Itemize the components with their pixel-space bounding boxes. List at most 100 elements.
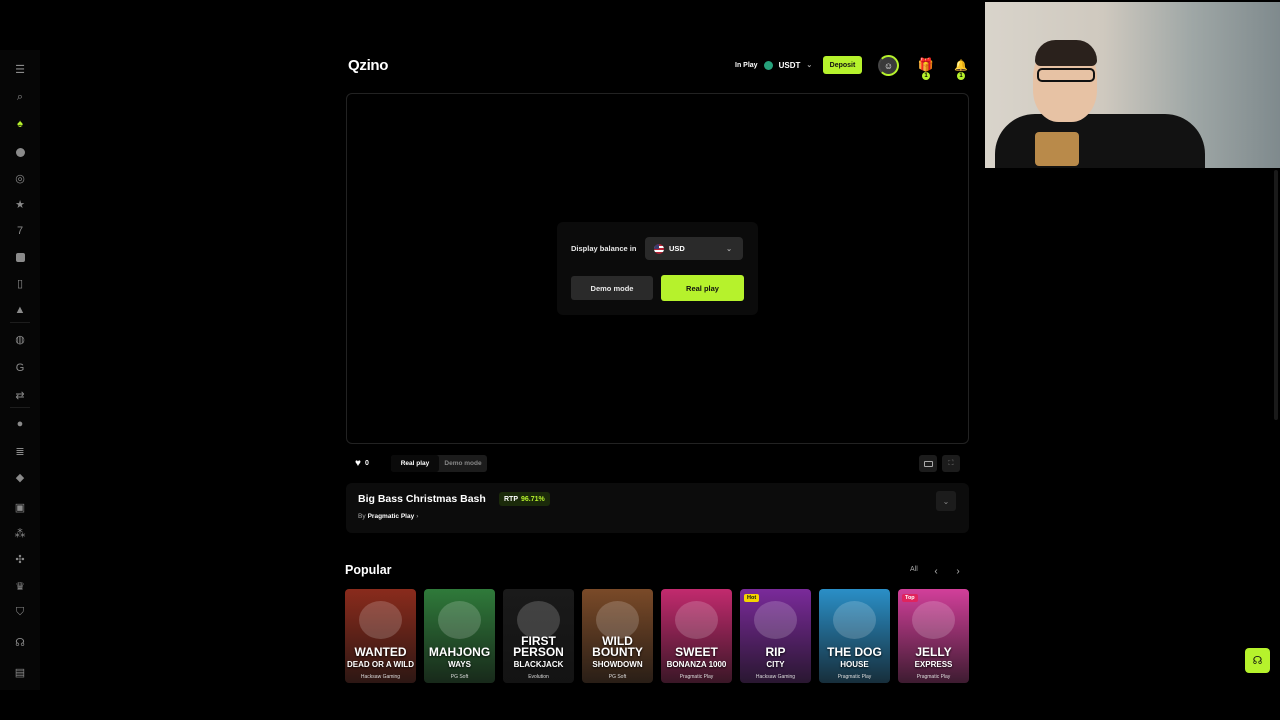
game-tile-name: THE DOG HOUSE (827, 645, 882, 669)
game-tag-badge: Top (902, 594, 918, 602)
live-icon[interactable] (13, 145, 27, 159)
game-tile-provider: PG Soft (450, 674, 469, 680)
page-scrollbar[interactable] (1274, 170, 1278, 420)
seven-icon[interactable]: 7 (13, 224, 27, 238)
webcam-cup (1035, 132, 1079, 166)
wallet-status: In Play (735, 61, 758, 69)
favorites-count: 0 (364, 460, 369, 467)
game-tile-provider: Hacksaw Gaming (755, 674, 796, 680)
community-icon[interactable]: ✣ (13, 552, 27, 566)
star-icon[interactable]: ★ (13, 197, 27, 211)
qzino-icon[interactable]: G (13, 361, 27, 375)
search-icon[interactable]: ⌕ (13, 90, 27, 104)
menu-icon[interactable]: ☰ (13, 62, 27, 76)
game-tile[interactable]: MAHJONG WAYS PG Soft (424, 589, 495, 683)
casino-icon[interactable]: ♠ (13, 117, 27, 131)
game-tile[interactable]: WANTED DEAD OR A WILD Hacksaw Gaming (345, 589, 416, 683)
swap-icon[interactable]: ⇄ (13, 388, 27, 402)
webcam-overlay (985, 2, 1280, 168)
video-icon[interactable] (13, 250, 27, 264)
support-icon[interactable]: ☊ (13, 635, 27, 649)
provider-by-label: By (358, 513, 366, 520)
real-play-button[interactable]: Real play (661, 275, 744, 301)
tab-real-play[interactable]: Real play (391, 455, 439, 472)
clipboard-icon[interactable]: ▤ (13, 665, 27, 679)
popular-section-title: Popular (345, 563, 392, 577)
wallet-currency: USDT (778, 60, 801, 70)
game-tile-art (438, 601, 481, 639)
deposit-button[interactable]: Deposit (823, 56, 862, 74)
game-tile-art (754, 601, 797, 639)
game-tile[interactable]: FIRST PERSON BLACKJACK Evolution (503, 589, 574, 683)
headset-icon: ☊ (1252, 655, 1263, 667)
provider-name: Pragmatic Play (367, 513, 415, 520)
provider-link[interactable]: By Pragmatic Play › (358, 513, 418, 520)
game-tile-provider: Hacksaw Gaming (360, 674, 401, 680)
fullscreen-button[interactable]: ⛶ (942, 455, 960, 472)
mode-toggle: Real play Demo mode (391, 455, 487, 472)
game-tile-name: RIP CITY (765, 645, 786, 669)
rocket-icon[interactable]: ▲ (13, 303, 27, 317)
game-tile[interactable]: Hot RIP CITY Hacksaw Gaming (740, 589, 811, 683)
chevron-down-icon: ⌄ (806, 62, 813, 69)
game-title: Big Bass Christmas Bash (358, 493, 486, 505)
wallet-selector[interactable]: In Play USDT ⌄ (735, 56, 812, 74)
game-tile-art (359, 601, 402, 639)
globe-icon[interactable]: ● (13, 417, 27, 431)
crown-icon[interactable]: ♛ (13, 579, 27, 593)
game-tile-provider: Pragmatic Play (916, 674, 951, 680)
chevron-down-icon: ⌄ (726, 245, 732, 253)
game-tile-name: FIRST PERSON BLACKJACK (513, 634, 564, 669)
notification-badge: 1 (957, 72, 965, 80)
chevron-right-icon[interactable]: › (951, 564, 965, 578)
theatre-mode-button[interactable] (919, 455, 937, 472)
game-tile-art (675, 601, 718, 639)
favorite-button[interactable]: ♥ 0 (355, 456, 369, 471)
shield-icon[interactable]: ⛉ (13, 605, 27, 619)
game-tile[interactable]: THE DOG HOUSE Pragmatic Play (819, 589, 890, 683)
balance-modal (557, 222, 758, 315)
gift-badge: 1 (922, 72, 930, 80)
game-tile-art (912, 601, 955, 639)
expand-info-button[interactable]: ⌄ (936, 491, 956, 511)
group-icon[interactable]: ⁂ (13, 526, 27, 540)
game-tile-provider: PG Soft (608, 674, 627, 680)
support-chat-button[interactable]: ☊ (1245, 648, 1270, 673)
game-tile[interactable]: Top JELLY EXPRESS Pragmatic Play (898, 589, 969, 683)
currency-select[interactable]: USD ⌄ (645, 237, 743, 260)
tab-demo-mode[interactable]: Demo mode (439, 455, 487, 472)
chevron-right-icon: › (416, 513, 419, 520)
heart-icon: ♥ (355, 458, 361, 469)
sidebar-divider (10, 407, 30, 408)
ticket-icon[interactable]: ◆ (13, 470, 27, 484)
target-icon[interactable]: ◎ (13, 171, 27, 185)
game-tile[interactable]: SWEET BONANZA 1000 Pragmatic Play (661, 589, 732, 683)
rtp-label: RTP (504, 495, 518, 503)
site-logo[interactable]: Qzino (348, 57, 388, 74)
game-tile-art (833, 601, 876, 639)
us-flag-icon (654, 243, 664, 254)
docs-icon[interactable]: ≣ (13, 444, 27, 458)
chevron-down-icon: ⌄ (942, 496, 950, 506)
game-tile[interactable]: WILD BOUNTY SHOWDOWN PG Soft (582, 589, 653, 683)
popular-all-link[interactable]: All (910, 566, 918, 573)
usdt-coin-icon (763, 60, 773, 70)
currency-select-value: USD (669, 244, 685, 253)
sports-icon[interactable]: ◍ (13, 332, 27, 346)
display-balance-label: Display balance in (571, 244, 637, 253)
cards-icon[interactable]: ▯ (13, 276, 27, 290)
game-tile-name: JELLY EXPRESS (914, 645, 953, 669)
demo-mode-button[interactable]: Demo mode (571, 276, 653, 300)
gift-icon[interactable]: ▣ (13, 500, 27, 514)
game-tile-provider: Pragmatic Play (679, 674, 714, 680)
fullscreen-icon: ⛶ (948, 459, 954, 467)
bell-icon[interactable]: 🔔 (954, 58, 968, 72)
webcam-person-torso (995, 114, 1205, 168)
rtp-badge: RTP 96.71% (499, 492, 550, 506)
webcam-person-hair (1035, 40, 1097, 66)
game-info-panel (346, 483, 969, 533)
rewards-gift-icon[interactable]: 🎁 (918, 57, 934, 73)
chevron-left-icon[interactable]: ‹ (929, 564, 943, 578)
avatar[interactable]: ☺ (878, 55, 899, 76)
rtp-value: 96.71% (521, 495, 545, 503)
